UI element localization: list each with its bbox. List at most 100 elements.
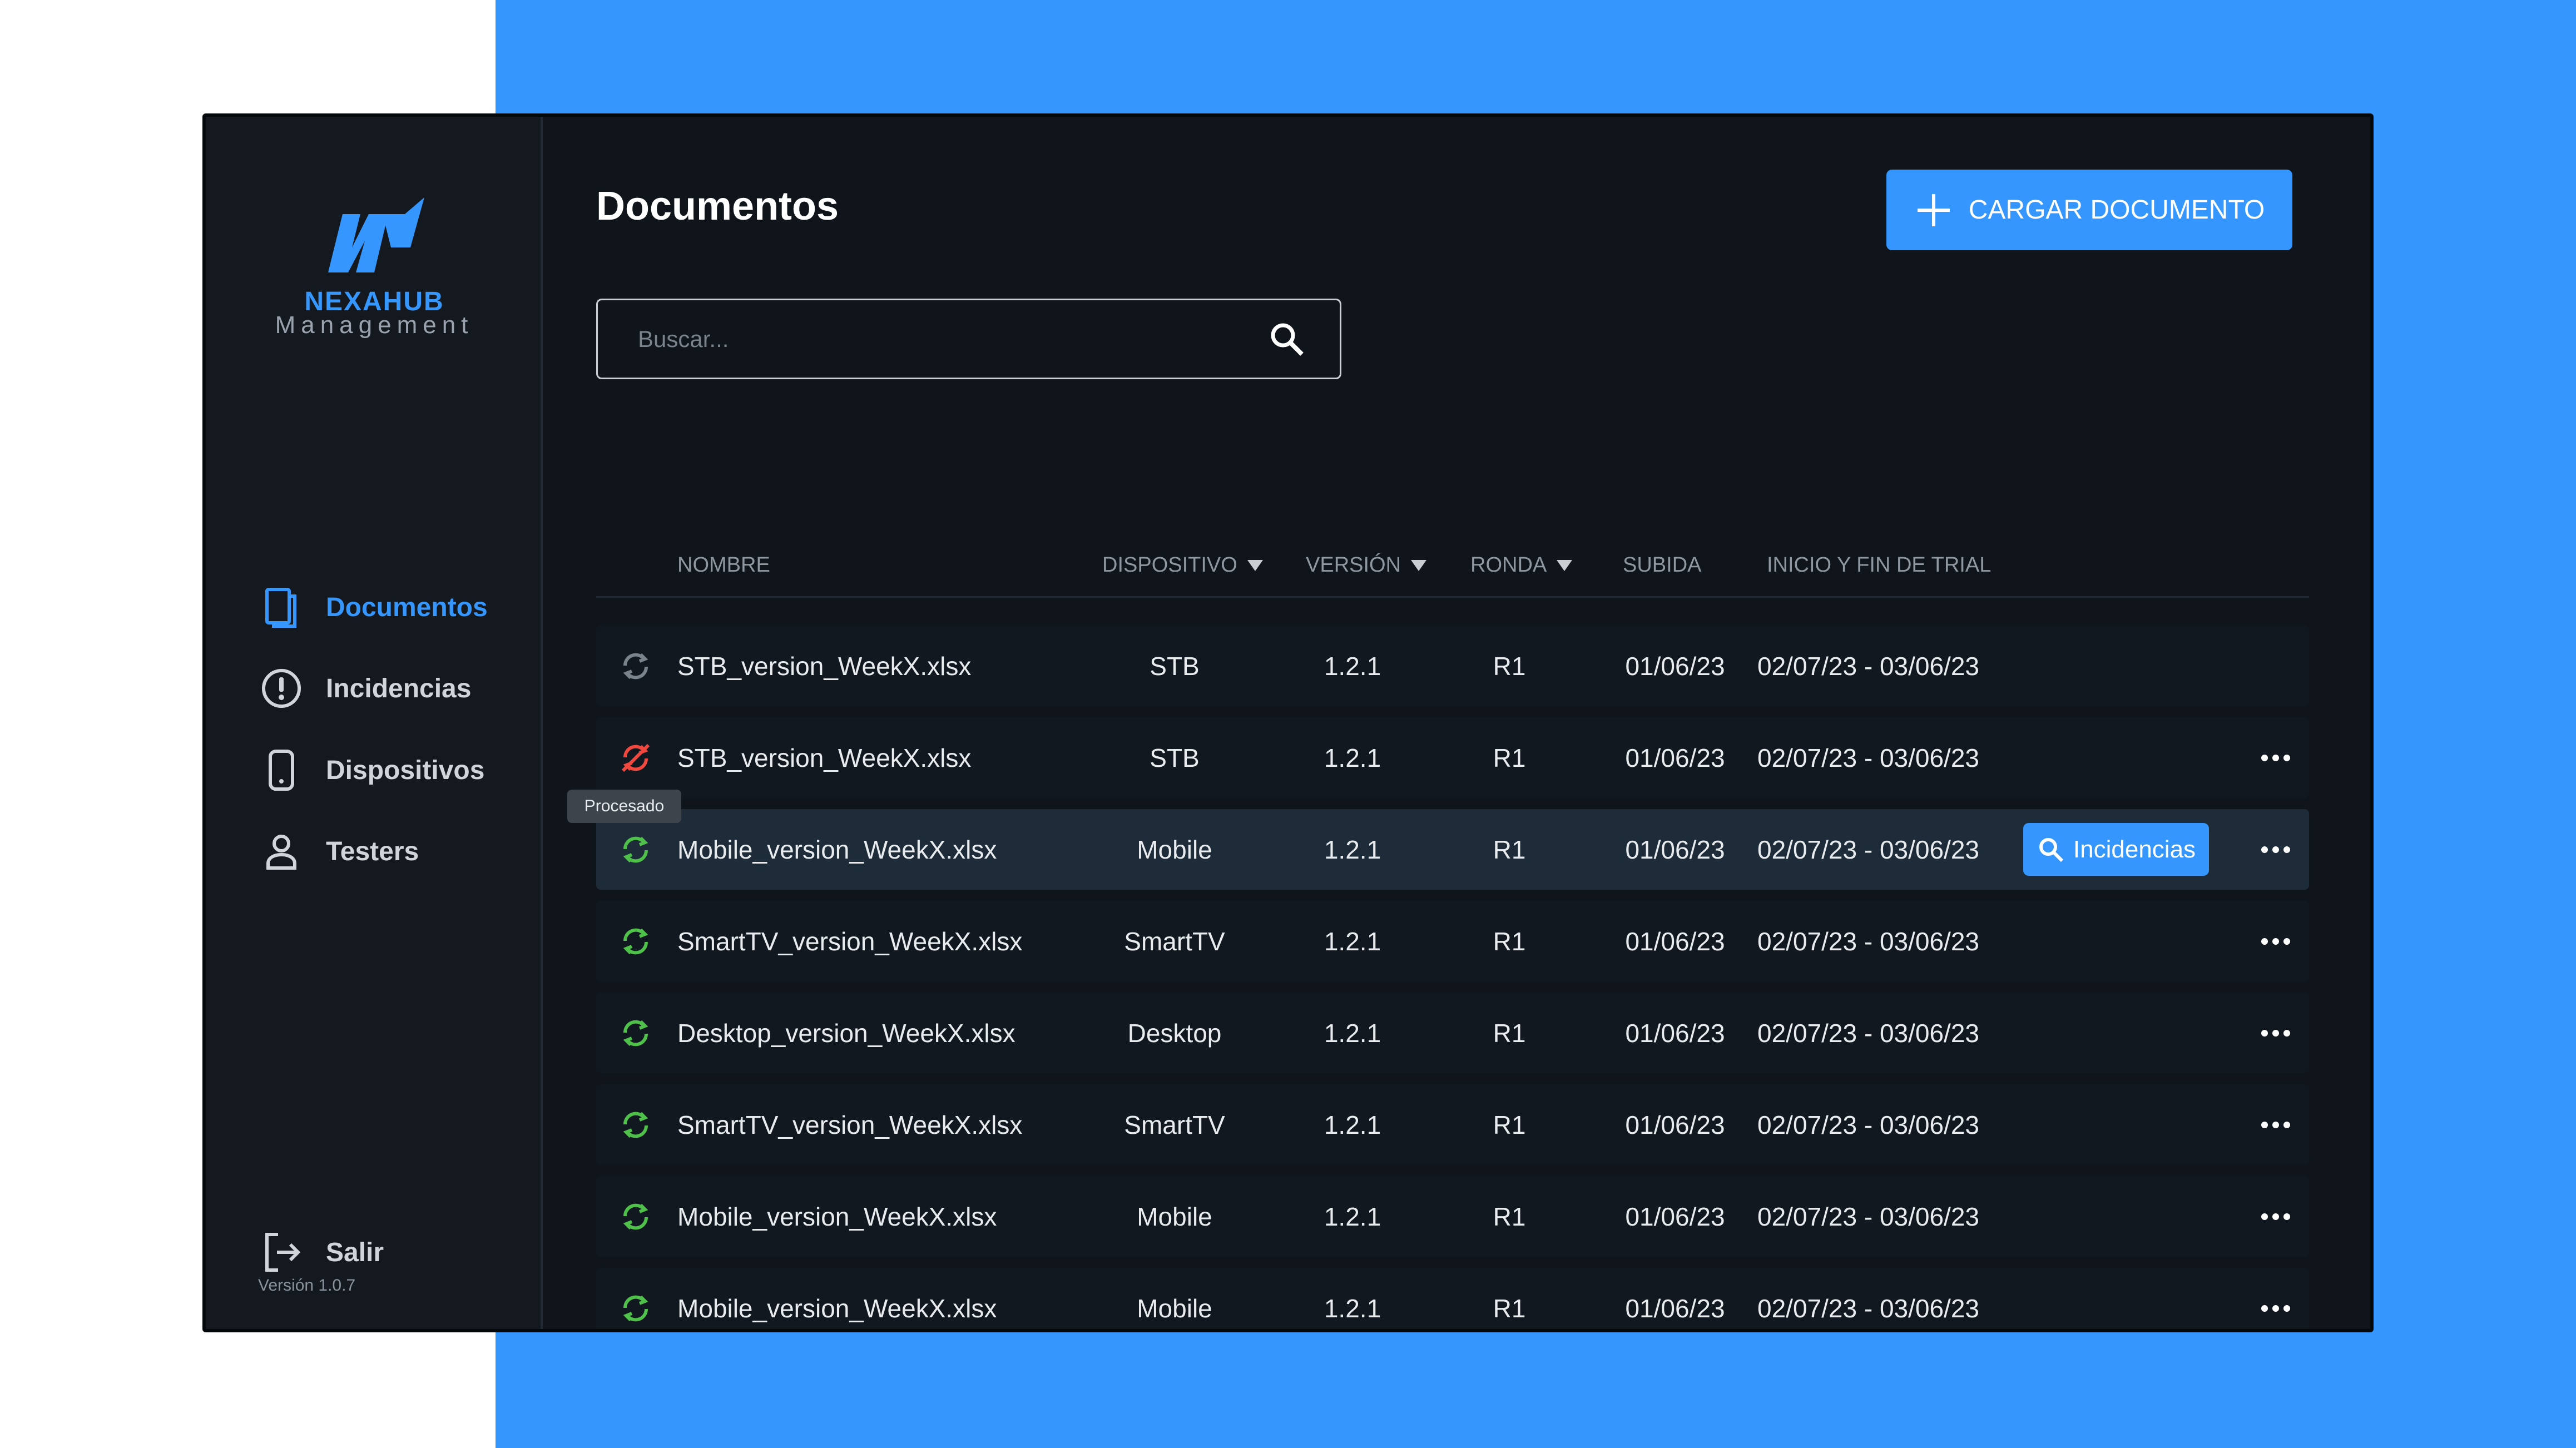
search-icon bbox=[2039, 837, 2064, 862]
cell-ronda: R1 bbox=[1493, 1202, 1526, 1231]
sync-processed-icon bbox=[623, 1295, 648, 1322]
cell-trial: 02/07/23 - 03/06/23 bbox=[1757, 1202, 1979, 1231]
user-icon bbox=[266, 835, 296, 870]
cell-dispositivo: STB bbox=[1150, 651, 1200, 681]
logout-label: Salir bbox=[326, 1237, 384, 1267]
cell-version: 1.2.1 bbox=[1324, 1110, 1381, 1139]
cell-version: 1.2.1 bbox=[1324, 1018, 1381, 1048]
cell-subida: 01/06/23 bbox=[1625, 743, 1725, 772]
sync-processed-icon bbox=[623, 1203, 648, 1230]
cell-nombre: Mobile_version_WeekX.xlsx bbox=[677, 835, 997, 864]
cell-dispositivo: Desktop bbox=[1127, 1018, 1222, 1048]
cell-dispositivo: Mobile bbox=[1137, 1293, 1212, 1323]
sync-processed-icon bbox=[623, 928, 648, 955]
cell-version: 1.2.1 bbox=[1324, 743, 1381, 772]
sidebar-item-incidencias[interactable]: Incidencias bbox=[259, 658, 471, 719]
app-window: NEXAHUB Management Documentos Incidencia… bbox=[202, 113, 2374, 1332]
more-options-icon[interactable] bbox=[2259, 809, 2292, 890]
cell-dispositivo: SmartTV bbox=[1124, 926, 1225, 956]
sidebar-item-label: Dispositivos bbox=[326, 755, 485, 785]
sync-processed-icon bbox=[623, 836, 648, 863]
sync-error-icon bbox=[621, 743, 650, 772]
more-options-icon[interactable] bbox=[2259, 1176, 2292, 1257]
alert-circle-icon bbox=[262, 669, 301, 708]
upload-document-label: CARGAR DOCUMENTO bbox=[1968, 195, 2265, 225]
more-options-icon[interactable] bbox=[2259, 717, 2292, 798]
cell-subida: 01/06/23 bbox=[1625, 1202, 1725, 1231]
table-row[interactable]: Desktop_version_WeekX.xlsx Desktop 1.2.1 R1… bbox=[596, 993, 2309, 1073]
cell-version: 1.2.1 bbox=[1324, 1202, 1381, 1231]
cell-trial: 02/07/23 - 03/06/23 bbox=[1757, 1018, 1979, 1048]
table-header: NOMBRE DISPOSITIVO VERSIÓN RONDA SUBIDA … bbox=[596, 545, 2309, 598]
search-icon[interactable] bbox=[1267, 320, 1306, 359]
cell-nombre: SmartTV_version_WeekX.xlsx bbox=[677, 926, 1023, 956]
cell-ronda: R1 bbox=[1493, 1018, 1526, 1048]
logout-button[interactable]: Salir bbox=[259, 1222, 384, 1283]
incidencias-label: Incidencias bbox=[2073, 835, 2196, 863]
cell-version: 1.2.1 bbox=[1324, 835, 1381, 864]
cell-subida: 01/06/23 bbox=[1625, 926, 1725, 956]
cell-trial: 02/07/23 - 03/06/23 bbox=[1757, 651, 1979, 681]
nexahub-logo-icon bbox=[328, 197, 424, 272]
caret-down-icon bbox=[1411, 559, 1427, 571]
column-dispositivo[interactable]: DISPOSITIVO bbox=[1102, 553, 1263, 577]
column-trial: INICIO Y FIN DE TRIAL bbox=[1767, 553, 1992, 577]
search-input[interactable] bbox=[637, 325, 1195, 353]
column-ronda[interactable]: RONDA bbox=[1470, 553, 1573, 577]
table-row[interactable]: SmartTV_version_WeekX.xlsx SmartTV 1.2.1 R1… bbox=[596, 1084, 2309, 1165]
upload-document-button[interactable]: CARGAR DOCUMENTO bbox=[1886, 170, 2292, 250]
table-row[interactable]: STB_version_WeekX.xlsx STB 1.2.1 R1 01/06/23… bbox=[596, 626, 2309, 706]
sidebar-item-dispositivos[interactable]: Dispositivos bbox=[259, 740, 484, 801]
table-row[interactable]: SmartTV_version_WeekX.xlsx SmartTV 1.2.1 R1… bbox=[596, 901, 2309, 981]
app-version: Versión 1.0.7 bbox=[258, 1276, 356, 1295]
cell-nombre: STB_version_WeekX.xlsx bbox=[677, 651, 972, 681]
more-options-icon[interactable] bbox=[2259, 993, 2292, 1073]
cell-subida: 01/06/23 bbox=[1625, 835, 1725, 864]
table-row[interactable]: Mobile_version_WeekX.xlsx Mobile 1.2.1 R1 01… bbox=[596, 809, 2309, 890]
cell-subida: 01/06/23 bbox=[1625, 1110, 1725, 1139]
table-row[interactable]: Mobile_version_WeekX.xlsx Mobile 1.2.1 R1 01… bbox=[596, 1176, 2309, 1257]
sidebar-item-label: Testers bbox=[326, 836, 419, 866]
cell-nombre: SmartTV_version_WeekX.xlsx bbox=[677, 1110, 1023, 1139]
cell-nombre: Mobile_version_WeekX.xlsx bbox=[677, 1293, 997, 1323]
brand-subtitle: Management bbox=[275, 311, 474, 339]
cell-version: 1.2.1 bbox=[1324, 651, 1381, 681]
cell-subida: 01/06/23 bbox=[1625, 1293, 1725, 1323]
cell-nombre: Mobile_version_WeekX.xlsx bbox=[677, 1202, 997, 1231]
page-title: Documentos bbox=[596, 184, 839, 229]
more-options-icon[interactable] bbox=[2259, 1084, 2292, 1165]
cell-trial: 02/07/23 - 03/06/23 bbox=[1757, 926, 1979, 956]
column-version[interactable]: VERSIÓN bbox=[1306, 553, 1427, 577]
column-nombre: NOMBRE bbox=[677, 553, 770, 577]
caret-down-icon bbox=[1557, 559, 1573, 571]
cell-nombre: Desktop_version_WeekX.xlsx bbox=[677, 1018, 1015, 1048]
table-row[interactable]: STB_version_WeekX.xlsx STB 1.2.1 R1 01/06/23… bbox=[596, 717, 2309, 798]
cell-nombre: STB_version_WeekX.xlsx bbox=[677, 743, 972, 772]
cell-trial: 02/07/23 - 03/06/23 bbox=[1757, 835, 1979, 864]
sync-processed-icon bbox=[623, 1112, 648, 1138]
sidebar-item-documentos[interactable]: Documentos bbox=[259, 577, 488, 638]
sync-processed-icon bbox=[623, 1020, 648, 1047]
cell-ronda: R1 bbox=[1493, 926, 1526, 956]
main-content: Documentos CARGAR DOCUMENTO NOMBRE DISPO… bbox=[543, 117, 2370, 1329]
sidebar-item-testers[interactable]: Testers bbox=[259, 821, 419, 882]
more-options-icon[interactable] bbox=[2259, 901, 2292, 981]
cell-dispositivo: Mobile bbox=[1137, 1202, 1212, 1231]
table-row[interactable]: Mobile_version_WeekX.xlsx Mobile 1.2.1 R1 01… bbox=[596, 1268, 2309, 1329]
document-table-body: STB_version_WeekX.xlsx STB 1.2.1 R1 01/06/23… bbox=[596, 626, 2309, 1329]
cell-dispositivo: SmartTV bbox=[1124, 1110, 1225, 1139]
cell-dispositivo: Mobile bbox=[1137, 835, 1212, 864]
cell-subida: 01/06/23 bbox=[1625, 651, 1725, 681]
caret-down-icon bbox=[1247, 559, 1263, 571]
status-tooltip: Procesado bbox=[567, 790, 681, 823]
search-box bbox=[596, 299, 1341, 379]
cell-dispositivo: STB bbox=[1150, 743, 1200, 772]
document-icon bbox=[265, 588, 296, 628]
cell-trial: 02/07/23 - 03/06/23 bbox=[1757, 1293, 1979, 1323]
logout-icon bbox=[265, 1233, 301, 1272]
more-options-icon[interactable] bbox=[2259, 1268, 2292, 1329]
cell-version: 1.2.1 bbox=[1324, 1293, 1381, 1323]
cell-ronda: R1 bbox=[1493, 743, 1526, 772]
incidencias-button[interactable]: Incidencias bbox=[2023, 823, 2209, 876]
cell-trial: 02/07/23 - 03/06/23 bbox=[1757, 743, 1979, 772]
